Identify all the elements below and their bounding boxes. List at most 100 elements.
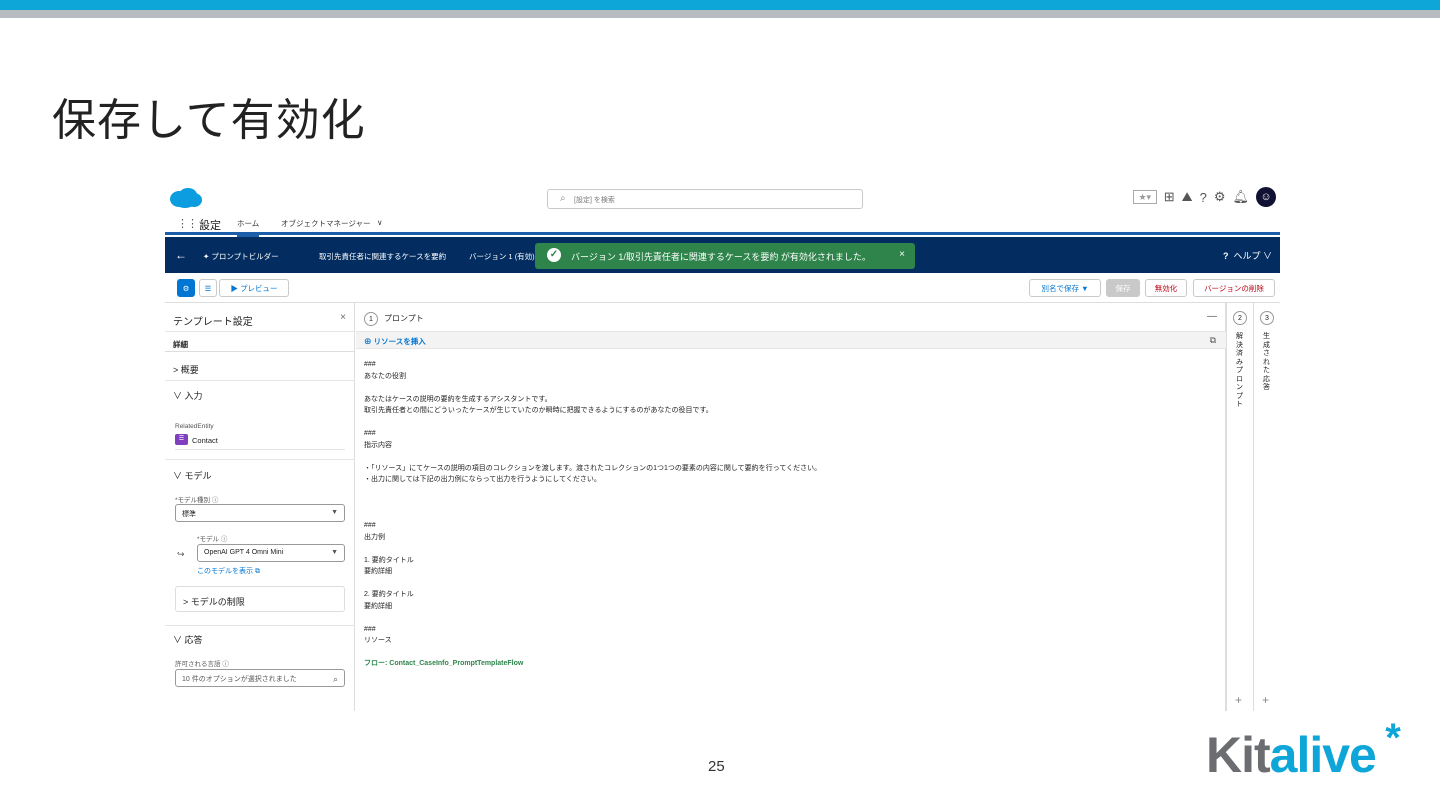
bell-icon[interactable]: 🔔︎ [1232,189,1249,205]
save-button[interactable]: 保存 [1106,279,1140,297]
success-toast: ✓ バージョン 1/取引先責任者に関連するケースを要約 が有効化されました。 × [535,243,915,269]
setup-search-input[interactable]: ⌕ [設定] を検索 [547,189,863,209]
top-accent-bar [0,0,1440,10]
chevron-down-icon: ▼ [331,509,338,516]
tab-detail[interactable]: 詳細 [173,339,188,350]
template-settings-panel: テンプレート設定 × 詳細 > 概要 ∨ 入力 RelatedEntity ☰ … [165,303,355,711]
divider [165,459,355,460]
step-number: 1 [364,312,378,326]
model-select[interactable]: OpenAI GPT 4 Omni Mini ▼ [197,544,345,562]
generated-response-column[interactable]: 3 生成された応答 + [1253,303,1280,711]
avatar[interactable]: ☺ [1256,187,1276,207]
prompt-line [364,486,1214,498]
close-icon[interactable]: × [899,249,905,260]
salesforce-cloud-icon[interactable] [169,187,203,209]
divider [165,625,355,626]
section-input[interactable]: ∨ 入力 [173,389,203,402]
prompt-line: 取引先責任者との間にどういったケースが生じていたのか瞬時に把握できるようにするの… [364,407,713,414]
resolved-prompt-label: 解決済みプロンプト [1236,333,1243,408]
add-icon[interactable]: + [1262,693,1269,707]
step-number: 3 [1260,311,1274,325]
prompt-line: 要約詳細 [364,568,392,575]
info-icon[interactable]: ⓘ [221,536,228,543]
section-response[interactable]: ∨ 応答 [173,633,203,646]
prompt-line: あなたはケースの説明の要約を生成するアシスタントです。 [364,395,552,403]
prompt-line: 要約詳細 [364,602,392,610]
prompt-line: ### [364,361,376,368]
close-icon[interactable]: × [340,312,346,323]
prompt-line: ### [364,625,376,633]
prompt-panel: 1 プロンプト — ⊕ リソースを挿入 ⧉ ### あなたの役割あなたはケースの説明… [356,303,1226,711]
builder-toolbar: ⚙ ☰ ▶ プレビュー 別名で保存 ▼ 保存 無効化 バージョンの削除 [165,273,1280,303]
filter-button[interactable]: ☰ [199,279,217,297]
builder-title: ✦ プロンプトビルダー [203,252,279,261]
related-entity-label: RelatedEntity [175,423,214,430]
prompt-line [364,578,1214,590]
prompt-line: 出力例 [364,533,385,541]
top-gray-bar [0,10,1440,18]
save-as-button[interactable]: 別名で保存 ▼ [1029,279,1101,297]
delete-version-button[interactable]: バージョンの削除 [1193,279,1275,297]
prompt-line [364,509,1214,521]
generated-response-label: 生成された応答 [1263,333,1270,391]
help-icon[interactable]: ? [1200,190,1207,205]
insert-resource-button[interactable]: ⊕ リソースを挿入 [364,336,426,347]
back-arrow-icon[interactable]: ← [175,248,187,262]
toast-message: バージョン 1/取引先責任者に関連するケースを要約 が有効化されました。 [571,252,871,262]
add-icon[interactable]: + [1235,693,1242,707]
page-number: 25 [708,758,725,775]
template-name: 取引先責任者に関連するケースを要約 [319,252,447,261]
settings-button[interactable]: ⚙ [177,279,195,297]
prompt-line: ・出力に関しては下記の出力例にならって出力を行うようにしてください。 [364,476,601,483]
info-icon[interactable]: ⓘ [212,497,219,504]
view-model-link[interactable]: このモデルを表示 ⧉ [197,566,260,576]
gear-icon[interactable]: ⚙ [1214,189,1226,205]
external-link-icon: ⧉ [254,568,260,575]
prompt-line [364,612,1214,624]
deactivate-button[interactable]: 無効化 [1145,279,1187,297]
add-icon[interactable]: ⊞ [1164,189,1175,205]
trailhead-icon[interactable]: ⛰ [1182,189,1193,205]
section-model-limits[interactable]: > モデルの制限 [183,595,245,608]
tab-home[interactable]: ホーム [237,218,260,237]
prompt-line: リソース [364,637,392,644]
help-menu[interactable]: ? ヘルプ ∨ [1223,249,1272,262]
salesforce-screenshot: ⌕ [設定] を検索 ★▾ ⊞ ⛰ ? ⚙ 🔔︎ ☺ ⋮⋮⋮ 設定 ホーム オブ… [165,183,1280,711]
prompt-line [364,382,1214,394]
prompt-line [364,647,1214,659]
prompt-line [364,497,1214,509]
search-icon: ⌕ [560,193,566,204]
model-type-select[interactable]: 標準 ▼ [175,504,345,522]
global-header: ⌕ [設定] を検索 ★▾ ⊞ ⛰ ? ⚙ 🔔︎ ☺ [165,183,1280,211]
app-nav: ⋮⋮⋮ 設定 ホーム オブジェクトマネージャー ∨ [165,211,1280,237]
resolved-prompt-column[interactable]: 2 解決済みプロンプト + [1226,303,1253,711]
kitalive-logo: Kitalive * [1206,716,1401,783]
chevron-down-icon[interactable]: ∨ [377,218,383,227]
favorites-icon[interactable]: ★▾ [1132,190,1157,204]
related-entity-value: Contact [192,436,218,445]
asterisk-icon: * [1385,716,1401,760]
prompt-line: 1. 要約タイトル [364,556,414,564]
divider [165,351,355,352]
tab-object-manager[interactable]: オブジェクトマネージャー [281,218,370,229]
prompt-header: 1 プロンプト [364,312,424,326]
languages-select[interactable]: 10 件のオプションが選択されました ⌕ [175,669,345,687]
divider [165,331,355,332]
flow-resource: フロー: Contact_CaseInfo_PromptTemplateFlow [364,660,524,667]
section-overview[interactable]: > 概要 [173,363,199,376]
preview-button[interactable]: ▶ プレビュー [219,279,289,297]
prompt-line [364,417,1214,429]
prompt-line: ### [364,522,376,529]
prompt-line [364,451,1214,463]
prompt-line: あなたの役割 [364,372,406,380]
search-icon: ⌕ [332,674,338,684]
panel-title: テンプレート設定 [173,317,253,328]
prompt-editor[interactable]: ### あなたの役割あなたはケースの説明の要約を生成するアシスタントです。取引先責… [364,359,1214,670]
copy-icon[interactable]: ⧉ [1210,335,1216,346]
check-icon: ✓ [547,248,561,262]
collapse-icon[interactable]: — [1207,311,1217,322]
step-number: 2 [1233,311,1247,325]
info-icon[interactable]: ⓘ [222,661,229,668]
prompt-line: 指示内容 [364,441,392,449]
section-model[interactable]: ∨ モデル [173,469,212,482]
